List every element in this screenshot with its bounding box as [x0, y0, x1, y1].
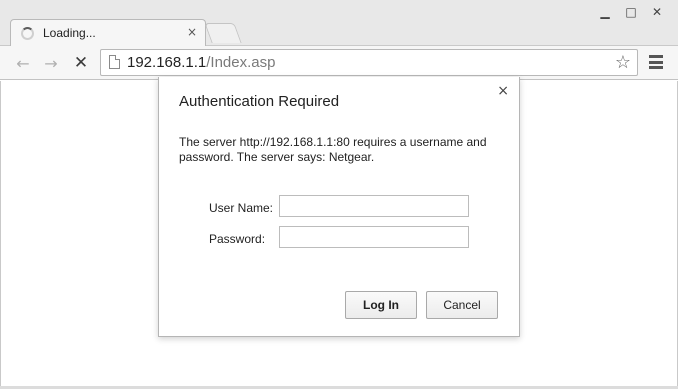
tab-close-icon[interactable]: ×	[187, 25, 197, 39]
auth-dialog: × Authentication Required The server htt…	[158, 77, 520, 337]
dialog-title: Authentication Required	[179, 93, 340, 110]
url-host: 192.168.1.1	[127, 54, 207, 71]
cancel-button[interactable]: Cancel	[426, 291, 498, 319]
browser-toolbar: ← → ✕ 192.168.1.1/Index.asp ☆	[0, 46, 678, 80]
maximize-icon[interactable]: □	[618, 4, 644, 20]
dialog-message: The server http://192.168.1.1:80 require…	[179, 135, 487, 164]
url-path: /Index.asp	[206, 54, 276, 71]
username-input[interactable]	[279, 195, 469, 217]
browser-tab[interactable]: Loading... ×	[10, 19, 206, 47]
bookmark-star-icon[interactable]: ☆	[615, 52, 631, 73]
dialog-close-icon[interactable]: ×	[497, 83, 509, 99]
password-label: Password:	[209, 232, 266, 246]
minimize-icon[interactable]: ▁	[592, 4, 618, 20]
loading-spinner-icon	[21, 27, 34, 40]
menu-icon[interactable]	[648, 54, 664, 70]
close-window-icon[interactable]: ✕	[644, 4, 670, 20]
back-arrow-icon[interactable]: ←	[12, 52, 34, 74]
login-button[interactable]: Log In	[345, 291, 417, 319]
username-label: User Name:	[209, 201, 274, 215]
tab-title: Loading...	[43, 26, 96, 40]
forward-arrow-icon[interactable]: →	[40, 52, 62, 74]
stop-loading-icon[interactable]: ✕	[70, 52, 92, 74]
address-bar[interactable]: 192.168.1.1/Index.asp ☆	[100, 49, 638, 76]
url-text[interactable]: 192.168.1.1/Index.asp	[127, 54, 275, 71]
page-icon	[109, 55, 120, 69]
window-controls: ▁ □ ✕	[592, 4, 670, 20]
password-input[interactable]	[279, 226, 469, 248]
